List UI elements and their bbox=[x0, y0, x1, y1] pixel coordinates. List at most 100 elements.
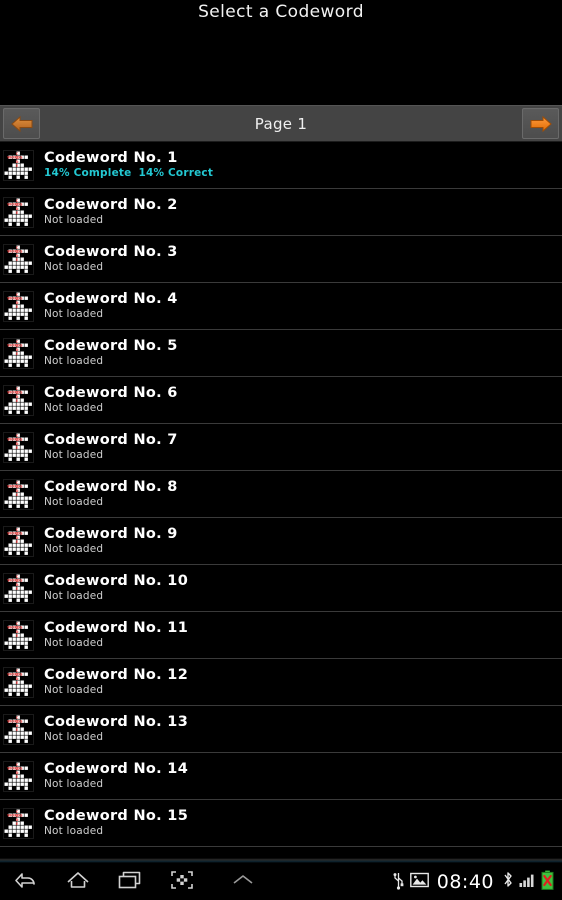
codeword-puzzle-icon: WORDS C O D E bbox=[3, 431, 34, 463]
list-item-progress: 14% Complete 14% Correct bbox=[44, 167, 213, 180]
list-item[interactable]: WORDS C O D E Codeword No. 4 Not loaded bbox=[0, 283, 562, 330]
page-title: Select a Codeword bbox=[198, 2, 364, 22]
list-item-title: Codeword No. 5 bbox=[44, 338, 178, 354]
back-icon bbox=[14, 869, 38, 895]
list-item-status: Not loaded bbox=[44, 684, 104, 696]
arrow-right-icon bbox=[530, 115, 552, 133]
list-item[interactable]: WORDS C O D E Codeword No. 9 Not loaded bbox=[0, 518, 562, 565]
list-item-title: Codeword No. 15 bbox=[44, 808, 189, 824]
list-item[interactable]: WORDS C O D E Codeword No. 12 Not loaded bbox=[0, 659, 562, 706]
list-item-title: Codeword No. 6 bbox=[44, 385, 178, 401]
page-indicator: Page 1 bbox=[254, 114, 308, 133]
list-item-text: Codeword No. 15 Not loaded bbox=[44, 808, 188, 838]
list-item[interactable]: WORDS C O D E Codeword No. 2 Not loaded bbox=[0, 189, 562, 236]
list-item-title: Codeword No. 11 bbox=[44, 620, 189, 636]
expand-button[interactable] bbox=[208, 863, 278, 900]
home-icon bbox=[65, 869, 91, 895]
list-item-title: Codeword No. 8 bbox=[44, 479, 178, 495]
codeword-list[interactable]: WORDS C O D E Codeword No. 1 14% Complete 14% C… bbox=[0, 142, 562, 863]
codeword-puzzle-icon: WORDS C O D E bbox=[3, 760, 34, 792]
list-item[interactable]: WORDS C O D E Codeword No. 1 14% Complete 14% C… bbox=[0, 142, 562, 189]
list-item-text: Codeword No. 7 Not loaded bbox=[44, 432, 178, 462]
list-item-text: Codeword No. 1 14% Complete 14% Correct bbox=[44, 150, 213, 180]
list-item-status: Not loaded bbox=[44, 261, 104, 273]
list-item[interactable]: WORDS C O D E Codeword No. 3 Not loaded bbox=[0, 236, 562, 283]
screenshot-icon bbox=[170, 869, 194, 895]
signal-bars-icon bbox=[519, 872, 536, 892]
codeword-puzzle-icon: WORDS C O D E bbox=[3, 149, 34, 181]
list-item[interactable]: WORDS C O D E Codeword No. 15 Not loaded bbox=[0, 800, 562, 847]
list-item[interactable]: WORDS C O D E Codeword No. 6 Not loaded bbox=[0, 377, 562, 424]
list-item[interactable]: WORDS C O D E Codeword No. 14 Not loaded bbox=[0, 753, 562, 800]
list-item[interactable]: WORDS C O D E Codeword No. 10 Not loaded bbox=[0, 565, 562, 612]
codeword-puzzle-icon: WORDS C O D E bbox=[3, 525, 34, 557]
list-item-status: Not loaded bbox=[44, 590, 104, 602]
arrow-left-icon bbox=[10, 115, 33, 133]
list-item-title: Codeword No. 10 bbox=[44, 573, 189, 589]
list-item-text: Codeword No. 10 Not loaded bbox=[44, 573, 188, 603]
list-item-text: Codeword No. 6 Not loaded bbox=[44, 385, 178, 415]
percent-complete: 14% Complete bbox=[44, 167, 132, 179]
list-item-status: Not loaded bbox=[44, 778, 104, 790]
list-item-title: Codeword No. 3 bbox=[44, 244, 178, 260]
codeword-puzzle-icon: WORDS C O D E bbox=[3, 619, 34, 651]
list-item-status: Not loaded bbox=[44, 825, 104, 837]
list-item-status: Not loaded bbox=[44, 214, 104, 226]
list-item-title: Codeword No. 13 bbox=[44, 714, 189, 730]
list-item-status: Not loaded bbox=[44, 731, 104, 743]
bluetooth-icon bbox=[502, 870, 514, 893]
codeword-puzzle-icon: WORDS C O D E bbox=[3, 713, 34, 745]
list-item[interactable]: WORDS C O D E Codeword No. 7 Not loaded bbox=[0, 424, 562, 471]
list-item-status: Not loaded bbox=[44, 637, 104, 649]
back-button[interactable] bbox=[0, 863, 52, 900]
app-screen: Select a Codeword Page 1 WORDS C O D E C… bbox=[0, 0, 562, 900]
percent-correct: 14% Correct bbox=[138, 167, 214, 179]
list-item[interactable]: WORDS C O D E Codeword No. 11 Not loaded bbox=[0, 612, 562, 659]
list-item-text: Codeword No. 2 Not loaded bbox=[44, 197, 178, 227]
list-item-title: Codeword No. 4 bbox=[44, 291, 178, 307]
codeword-puzzle-icon: WORDS C O D E bbox=[3, 572, 34, 604]
page-navigation-bar: Page 1 bbox=[0, 105, 562, 142]
list-item-status: Not loaded bbox=[44, 449, 104, 461]
codeword-puzzle-icon: WORDS C O D E bbox=[3, 290, 34, 322]
recents-button[interactable] bbox=[104, 863, 156, 900]
list-item-status: Not loaded bbox=[44, 308, 104, 320]
list-item-title: Codeword No. 12 bbox=[44, 667, 189, 683]
list-item-status: Not loaded bbox=[44, 355, 104, 367]
list-item-text: Codeword No. 11 Not loaded bbox=[44, 620, 188, 650]
status-clock: 08:40 bbox=[436, 870, 494, 893]
list-item-status: Not loaded bbox=[44, 402, 104, 414]
list-item[interactable]: WORDS C O D E Codeword No. 8 Not loaded bbox=[0, 471, 562, 518]
list-item-text: Codeword No. 9 Not loaded bbox=[44, 526, 178, 556]
battery-error-icon bbox=[541, 870, 554, 894]
screenshot-button[interactable] bbox=[156, 863, 208, 900]
list-item-title: Codeword No. 7 bbox=[44, 432, 178, 448]
image-icon bbox=[409, 872, 429, 892]
codeword-puzzle-icon: WORDS C O D E bbox=[3, 478, 34, 510]
codeword-puzzle-icon: WORDS C O D E bbox=[3, 807, 34, 839]
list-item-title: Codeword No. 2 bbox=[44, 197, 178, 213]
list-item-title: Codeword No. 14 bbox=[44, 761, 189, 777]
title-area: Select a Codeword bbox=[0, 0, 562, 105]
recents-icon bbox=[117, 869, 143, 895]
list-item-text: Codeword No. 14 Not loaded bbox=[44, 761, 188, 791]
previous-page-button[interactable] bbox=[3, 108, 40, 139]
usb-icon bbox=[392, 870, 405, 894]
list-item[interactable]: WORDS C O D E Codeword No. 13 Not loaded bbox=[0, 706, 562, 753]
list-item[interactable]: WORDS C O D E Codeword No. 5 Not loaded bbox=[0, 330, 562, 377]
list-item-text: Codeword No. 13 Not loaded bbox=[44, 714, 188, 744]
list-item-text: Codeword No. 3 Not loaded bbox=[44, 244, 178, 274]
list-item-text: Codeword No. 5 Not loaded bbox=[44, 338, 178, 368]
chevron-up-icon bbox=[230, 872, 256, 892]
list-item-status: Not loaded bbox=[44, 496, 104, 508]
next-page-button[interactable] bbox=[522, 108, 559, 139]
codeword-puzzle-icon: WORDS C O D E bbox=[3, 196, 34, 228]
list-item-title: Codeword No. 1 bbox=[44, 150, 178, 166]
list-item-text: Codeword No. 8 Not loaded bbox=[44, 479, 178, 509]
list-item-title: Codeword No. 9 bbox=[44, 526, 178, 542]
android-system-bar: 08:40 bbox=[0, 863, 562, 900]
home-button[interactable] bbox=[52, 863, 104, 900]
list-item-text: Codeword No. 12 Not loaded bbox=[44, 667, 188, 697]
codeword-puzzle-icon: WORDS C O D E bbox=[3, 243, 34, 275]
status-tray[interactable]: 08:40 bbox=[392, 870, 554, 894]
